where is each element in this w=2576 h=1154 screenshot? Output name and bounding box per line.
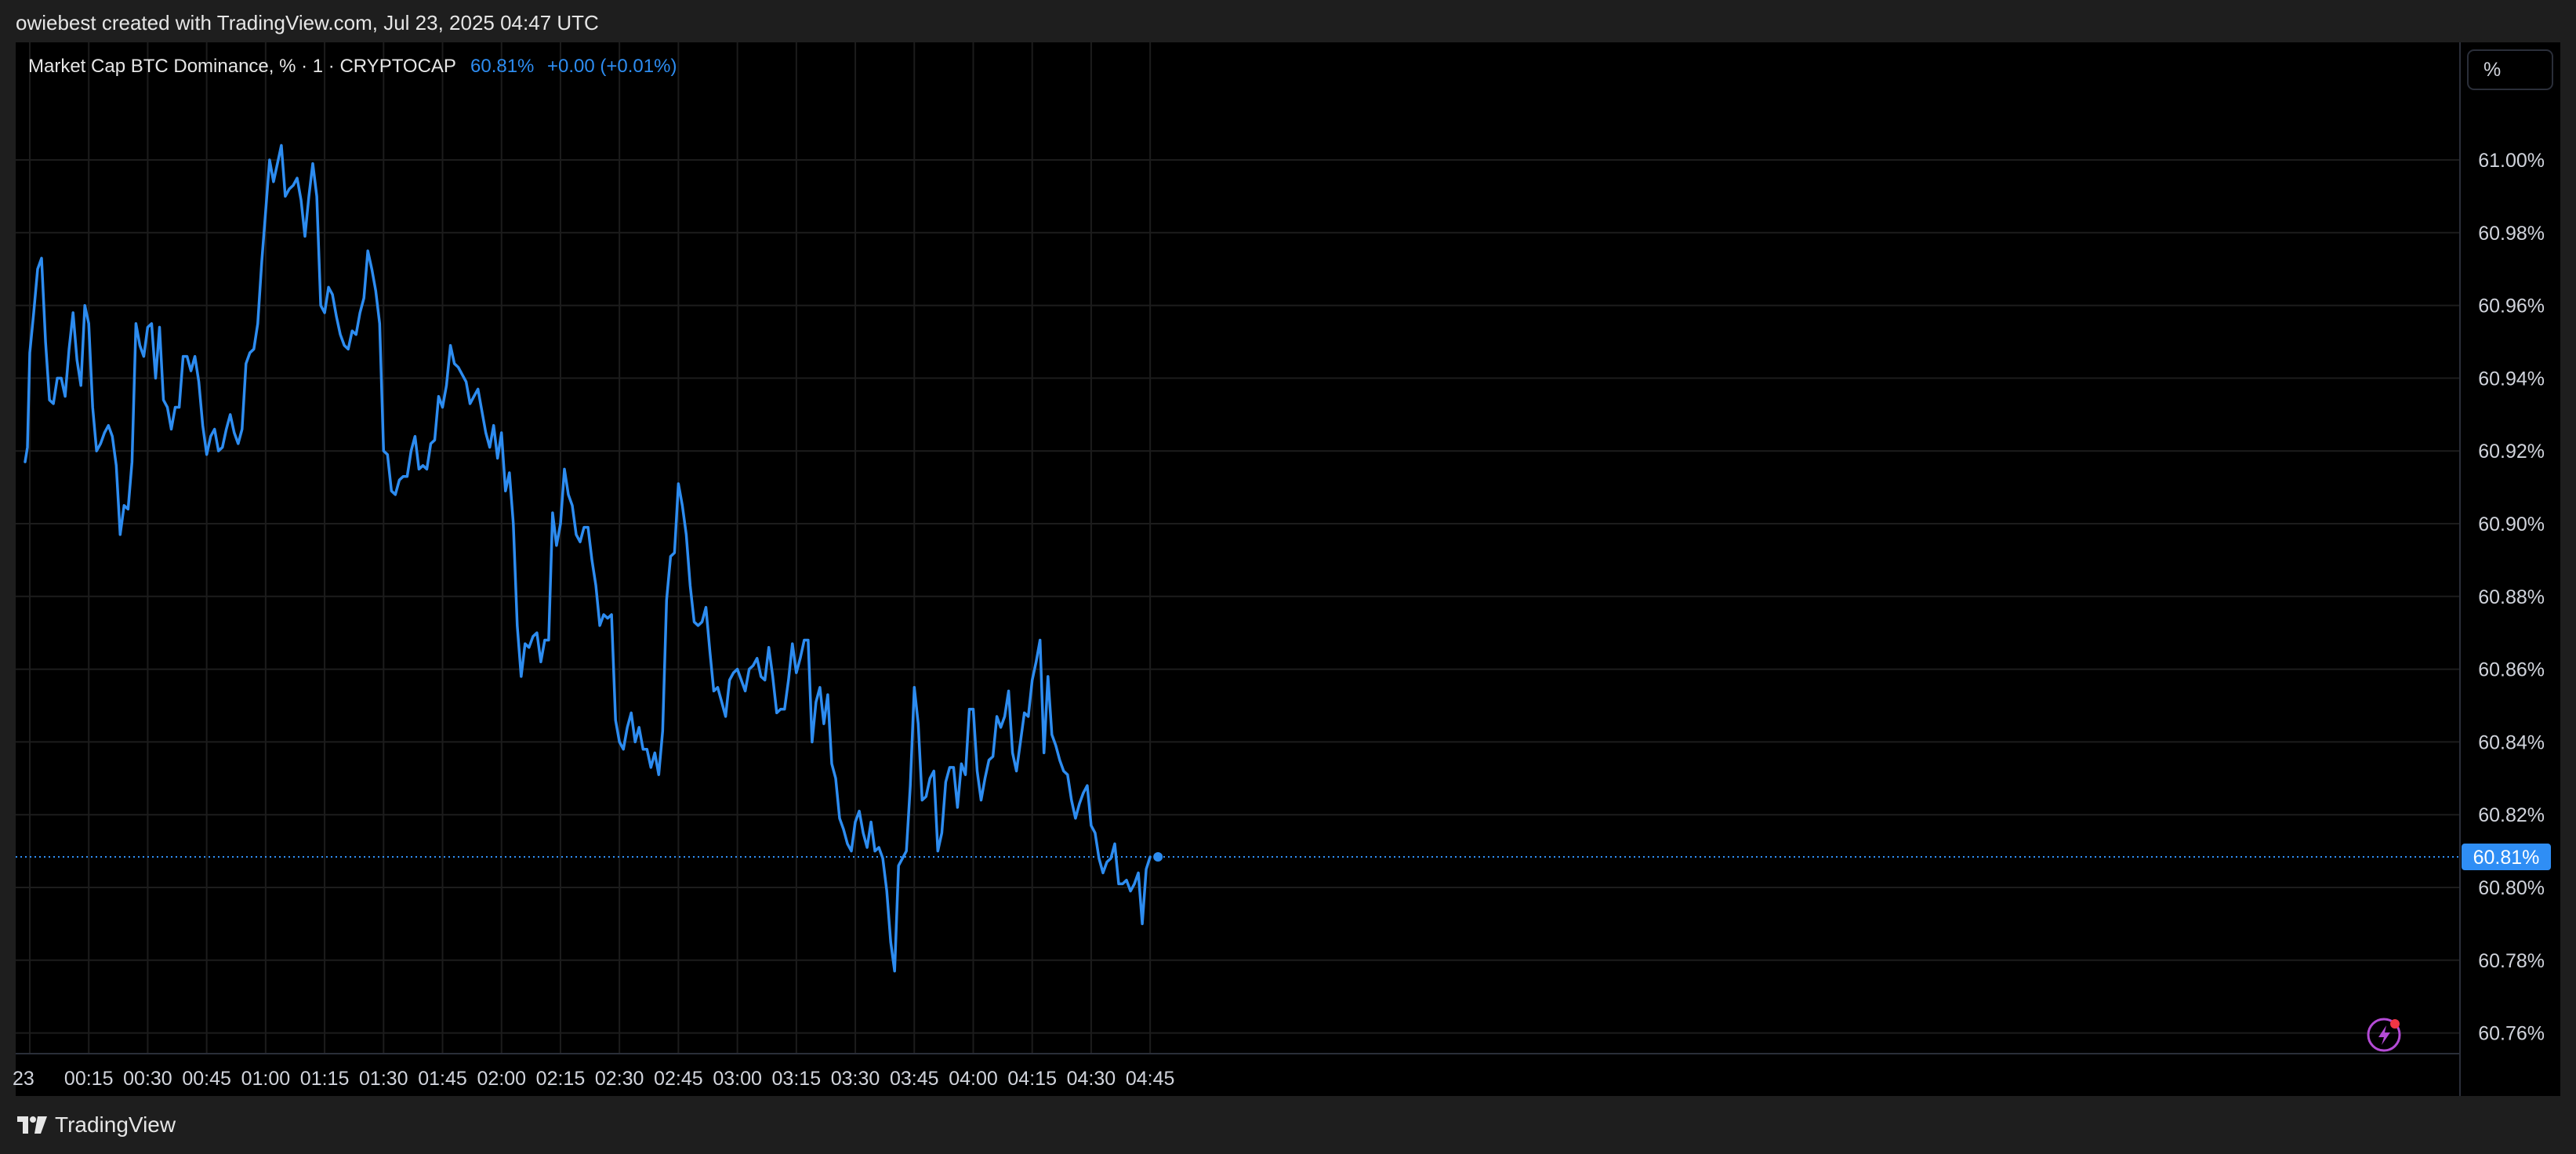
time-axis[interactable]: 23 00:15 00:30 00:45 01:00 01:15 01:30 01:45 02:… xyxy=(13,1068,1174,1090)
time-tick-label: 00:45 xyxy=(182,1068,231,1090)
time-tick-label: 04:45 xyxy=(1126,1068,1175,1090)
price-tick-label: 60.92% xyxy=(2478,441,2545,463)
time-tick-label: 00:30 xyxy=(123,1068,172,1090)
bolt-icon-glyph xyxy=(2378,1025,2390,1045)
series-line[interactable] xyxy=(24,143,1152,973)
time-tick-label: 01:00 xyxy=(241,1068,291,1090)
price-tick-label: 60.86% xyxy=(2478,659,2545,681)
price-tick-label: 60.94% xyxy=(2478,368,2545,390)
price-axis[interactable]: 61.00% 60.98% 60.96% 60.94% 60.92% 60.90% 60.8… xyxy=(2478,150,2545,1045)
lightning-bolt-icon[interactable] xyxy=(2367,1018,2401,1052)
time-tick-label: 03:00 xyxy=(713,1068,762,1090)
price-tick-label: 60.98% xyxy=(2478,223,2545,245)
time-tick-label: 04:00 xyxy=(949,1068,998,1090)
bolt-icon-dot xyxy=(2390,1019,2400,1029)
price-tick-label: 60.96% xyxy=(2478,296,2545,318)
time-tick-label: 03:30 xyxy=(831,1068,880,1090)
legend[interactable]: Market Cap BTC Dominance, % · 1 · CRYPTO… xyxy=(28,56,677,77)
time-tick-label: 02:15 xyxy=(536,1068,586,1090)
time-tick-label: 03:15 xyxy=(772,1068,822,1090)
time-tick-label: 02:30 xyxy=(595,1068,644,1090)
time-tick-label: 23 xyxy=(13,1068,34,1090)
legend-change: +0.00 (+0.01%) xyxy=(547,56,677,77)
chart-svg: 61.00% 60.98% 60.96% 60.94% 60.92% 60.90% 60.8… xyxy=(13,42,2553,1096)
last-price-label: 60.81% xyxy=(2473,847,2540,869)
time-tick-label: 02:00 xyxy=(477,1068,526,1090)
legend-symbol: Market Cap BTC Dominance, % · 1 · CRYPTO… xyxy=(28,56,456,77)
scale-mode-label[interactable]: % xyxy=(2483,59,2501,81)
time-tick-label: 03:45 xyxy=(890,1068,939,1090)
time-tick-label: 02:45 xyxy=(654,1068,703,1090)
price-tick-label: 60.76% xyxy=(2478,1023,2545,1045)
time-tick-label: 01:45 xyxy=(418,1068,467,1090)
grid xyxy=(16,42,2460,1054)
price-tick-label: 60.82% xyxy=(2478,804,2545,826)
price-tick-label: 60.78% xyxy=(2478,950,2545,972)
price-tick-label: 61.00% xyxy=(2478,150,2545,172)
scale-mode-button-bg[interactable] xyxy=(2467,49,2553,90)
time-tick-label: 04:15 xyxy=(1007,1068,1057,1090)
time-tick-label: 01:15 xyxy=(300,1068,350,1090)
scale-mode-button[interactable]: % xyxy=(2467,49,2553,90)
time-tick-label: 04:30 xyxy=(1067,1068,1116,1090)
time-tick-label: 00:15 xyxy=(64,1068,114,1090)
legend-last-value: 60.81% xyxy=(470,56,534,77)
time-tick-label: 01:30 xyxy=(359,1068,408,1090)
price-tick-label: 60.80% xyxy=(2478,877,2545,899)
last-price-tag: 60.81% xyxy=(2462,844,2551,871)
price-tick-label: 60.88% xyxy=(2478,586,2545,608)
price-tick-label: 60.90% xyxy=(2478,513,2545,535)
last-point-marker xyxy=(1153,852,1163,862)
price-tick-label: 60.84% xyxy=(2478,731,2545,753)
